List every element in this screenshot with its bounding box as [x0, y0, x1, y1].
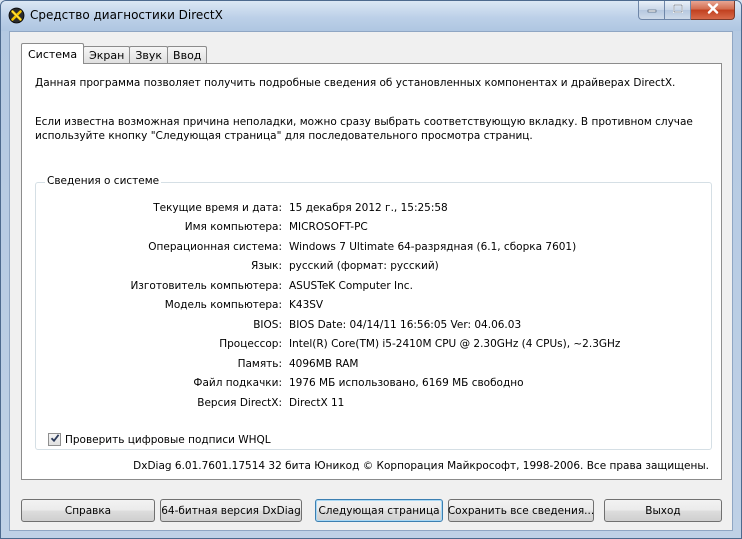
- directx-icon: [8, 7, 25, 24]
- tab-strip: Система Экран Звук Ввод: [21, 43, 208, 64]
- minimize-icon: [647, 4, 657, 16]
- info-row-language: Язык: русский (формат: русский): [36, 257, 711, 277]
- info-label: Процессор:: [219, 338, 282, 351]
- info-label: Операционная система:: [148, 240, 282, 253]
- info-value: 15 декабря 2012 г., 15:25:58: [289, 201, 448, 214]
- info-row-directx-version: Версия DirectX: DirectX 11: [36, 393, 711, 413]
- tab-system[interactable]: Система: [21, 43, 85, 64]
- info-label: Версия DirectX:: [197, 396, 282, 409]
- intro-text: Данная программа позволяет получить подр…: [35, 77, 676, 89]
- save-all-button[interactable]: Сохранить все сведения...: [448, 499, 594, 522]
- info-row-model: Модель компьютера: K43SV: [36, 296, 711, 316]
- info-value: 1976 МБ использовано, 6169 МБ свободно: [289, 377, 524, 390]
- info-row-datetime: Текущие время и дата: 15 декабря 2012 г.…: [36, 198, 711, 218]
- window-controls: [638, 1, 735, 20]
- info-row-bios: BIOS: BIOS Date: 04/14/11 16:56:05 Ver: …: [36, 315, 711, 335]
- info-value: K43SV: [289, 299, 324, 312]
- info-value: DirectX 11: [289, 396, 345, 409]
- client-area: Система Экран Звук Ввод Данная программа…: [9, 31, 733, 531]
- dxdiag-window: Средство диагностики DirectX Система Экр…: [0, 0, 742, 539]
- group-title: Сведения о системе: [45, 175, 162, 187]
- info-value: BIOS Date: 04/14/11 16:56:05 Ver: 04.06.…: [289, 318, 522, 331]
- info-label: Файл подкачки:: [193, 377, 282, 390]
- info-row-memory: Память: 4096MB RAM: [36, 354, 711, 374]
- info-value: Intel(R) Core(TM) i5-2410M CPU @ 2.30GHz…: [289, 338, 621, 351]
- whql-label: Проверить цифровые подписи WHQL: [65, 433, 271, 446]
- whql-checkbox[interactable]: [48, 433, 61, 446]
- checkmark-icon: [50, 433, 60, 446]
- system-info-group: Сведения о системе Текущие время и дата:…: [35, 175, 712, 450]
- exit-button[interactable]: Выход: [604, 499, 722, 522]
- minimize-button[interactable]: [638, 1, 665, 20]
- info-row-manufacturer: Изготовитель компьютера: ASUSTeK Compute…: [36, 276, 711, 296]
- tab-sound[interactable]: Звук: [129, 46, 169, 64]
- info-value: Windows 7 Ultimate 64-разрядная (6.1, сб…: [289, 240, 577, 253]
- tab-display[interactable]: Экран: [83, 46, 131, 64]
- info-row-processor: Процессор: Intel(R) Core(TM) i5-2410M CP…: [36, 335, 711, 355]
- info-row-computer-name: Имя компьютера: MICROSOFT-PC: [36, 218, 711, 238]
- version-copyright: DxDiag 6.01.7601.17514 32 бита Юникод © …: [133, 460, 709, 472]
- info-label: Язык:: [250, 260, 282, 273]
- intro-hint-text: Если известна возможная причина неполадк…: [35, 116, 693, 142]
- info-label: Имя компьютера:: [184, 221, 282, 234]
- whql-checkbox-row[interactable]: Проверить цифровые подписи WHQL: [48, 433, 271, 446]
- info-label: Модель компьютера:: [164, 299, 282, 312]
- window-title: Средство диагностики DirectX: [30, 8, 223, 22]
- help-button[interactable]: Справка: [21, 499, 155, 522]
- next-page-button[interactable]: Следующая страница: [315, 499, 443, 522]
- maximize-icon: [672, 4, 683, 16]
- info-value: русский (формат: русский): [289, 260, 439, 273]
- title-bar[interactable]: Средство диагностики DirectX: [1, 1, 741, 31]
- info-row-os: Операционная система: Windows 7 Ultimate…: [36, 237, 711, 257]
- dxdiag-64bit-button[interactable]: 64-битная версия DxDiag: [160, 499, 302, 522]
- info-label: BIOS:: [253, 318, 282, 331]
- system-info-rows: Текущие время и дата: 15 декабря 2012 г.…: [36, 198, 711, 413]
- close-button[interactable]: [691, 1, 735, 20]
- system-tab-panel: Данная программа позволяет получить подр…: [21, 63, 722, 480]
- info-value: MICROSOFT-PC: [289, 221, 368, 234]
- info-row-pagefile: Файл подкачки: 1976 МБ использовано, 616…: [36, 374, 711, 394]
- info-value: 4096MB RAM: [289, 357, 359, 370]
- info-label: Изготовитель компьютера:: [130, 279, 282, 292]
- info-value: ASUSTeK Computer Inc.: [289, 279, 413, 292]
- tab-input[interactable]: Ввод: [167, 46, 208, 64]
- info-label: Текущие время и дата:: [153, 201, 282, 214]
- info-label: Память:: [237, 357, 282, 370]
- maximize-button[interactable]: [665, 1, 691, 20]
- close-icon: [707, 3, 719, 17]
